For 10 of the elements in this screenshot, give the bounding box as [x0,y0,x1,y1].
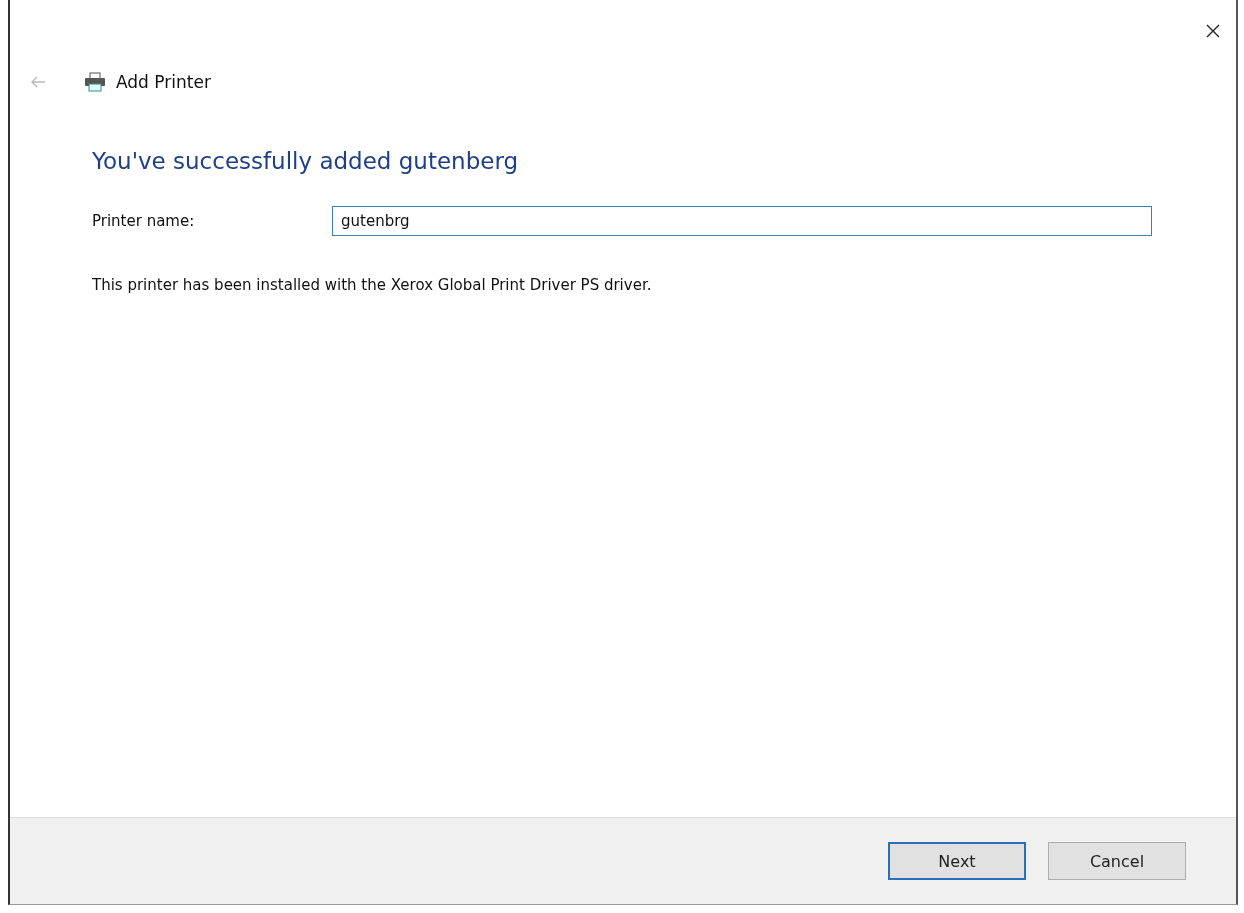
page-heading: You've successfully added gutenberg [92,148,520,174]
field-label: Printer name: [92,212,196,230]
printer-icon [84,72,106,92]
printer-name-field[interactable]: gutenbrg [332,206,1152,236]
dialog-button[interactable]: Next [888,842,1026,880]
install-message: This printer has been installed with the Xerox Global Print Driver PS driver. [92,276,653,294]
window-title: Add Printer [116,72,211,92]
dialog-button[interactable]: Cancel [1048,842,1186,880]
back-arrow-icon [30,76,46,88]
close-icon [1205,23,1221,39]
